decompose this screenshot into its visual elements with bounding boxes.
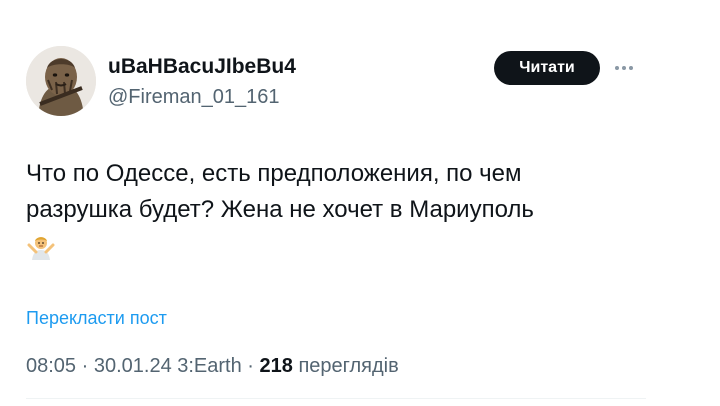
tweet-time[interactable]: 08:05: [26, 355, 76, 377]
user-handle[interactable]: @Fireman_01_161: [108, 84, 296, 110]
avatar[interactable]: [26, 46, 96, 116]
meta-separator: ·: [241, 355, 260, 377]
more-horizontal-icon[interactable]: [606, 56, 642, 80]
avatar-image: [26, 46, 96, 116]
man-shrugging-emoji: [27, 233, 55, 261]
follow-button[interactable]: Читати: [494, 51, 600, 85]
translate-post-link[interactable]: Перекласти пост: [26, 306, 167, 330]
views-label: переглядів: [292, 355, 399, 377]
tweet-card: uBaHBacuJIbeBu4 @Fireman_01_161 Читати Ч…: [0, 0, 720, 406]
display-name[interactable]: uBaHBacuJIbeBu4: [108, 54, 296, 80]
author-info: uBaHBacuJIbeBu4 @Fireman_01_161: [108, 54, 296, 110]
tweet-text: Что по Одессе, есть предположения, по че…: [26, 156, 686, 228]
more-dot: [629, 66, 633, 70]
more-dot: [622, 66, 626, 70]
tweet-date[interactable]: 30.01.24 3:Earth: [94, 355, 242, 377]
views-count: 218: [259, 355, 293, 377]
divider: [26, 398, 646, 399]
tweet-meta: 08:05 · 30.01.24 3:Earth · 218 перегляді…: [26, 353, 399, 379]
meta-separator: ·: [76, 355, 94, 377]
tweet-text-line: разрушка будет? Жена не хочет в Мариупол…: [26, 196, 534, 223]
more-dot: [615, 66, 619, 70]
tweet-text-line: Что по Одессе, есть предположения, по че…: [26, 160, 522, 187]
